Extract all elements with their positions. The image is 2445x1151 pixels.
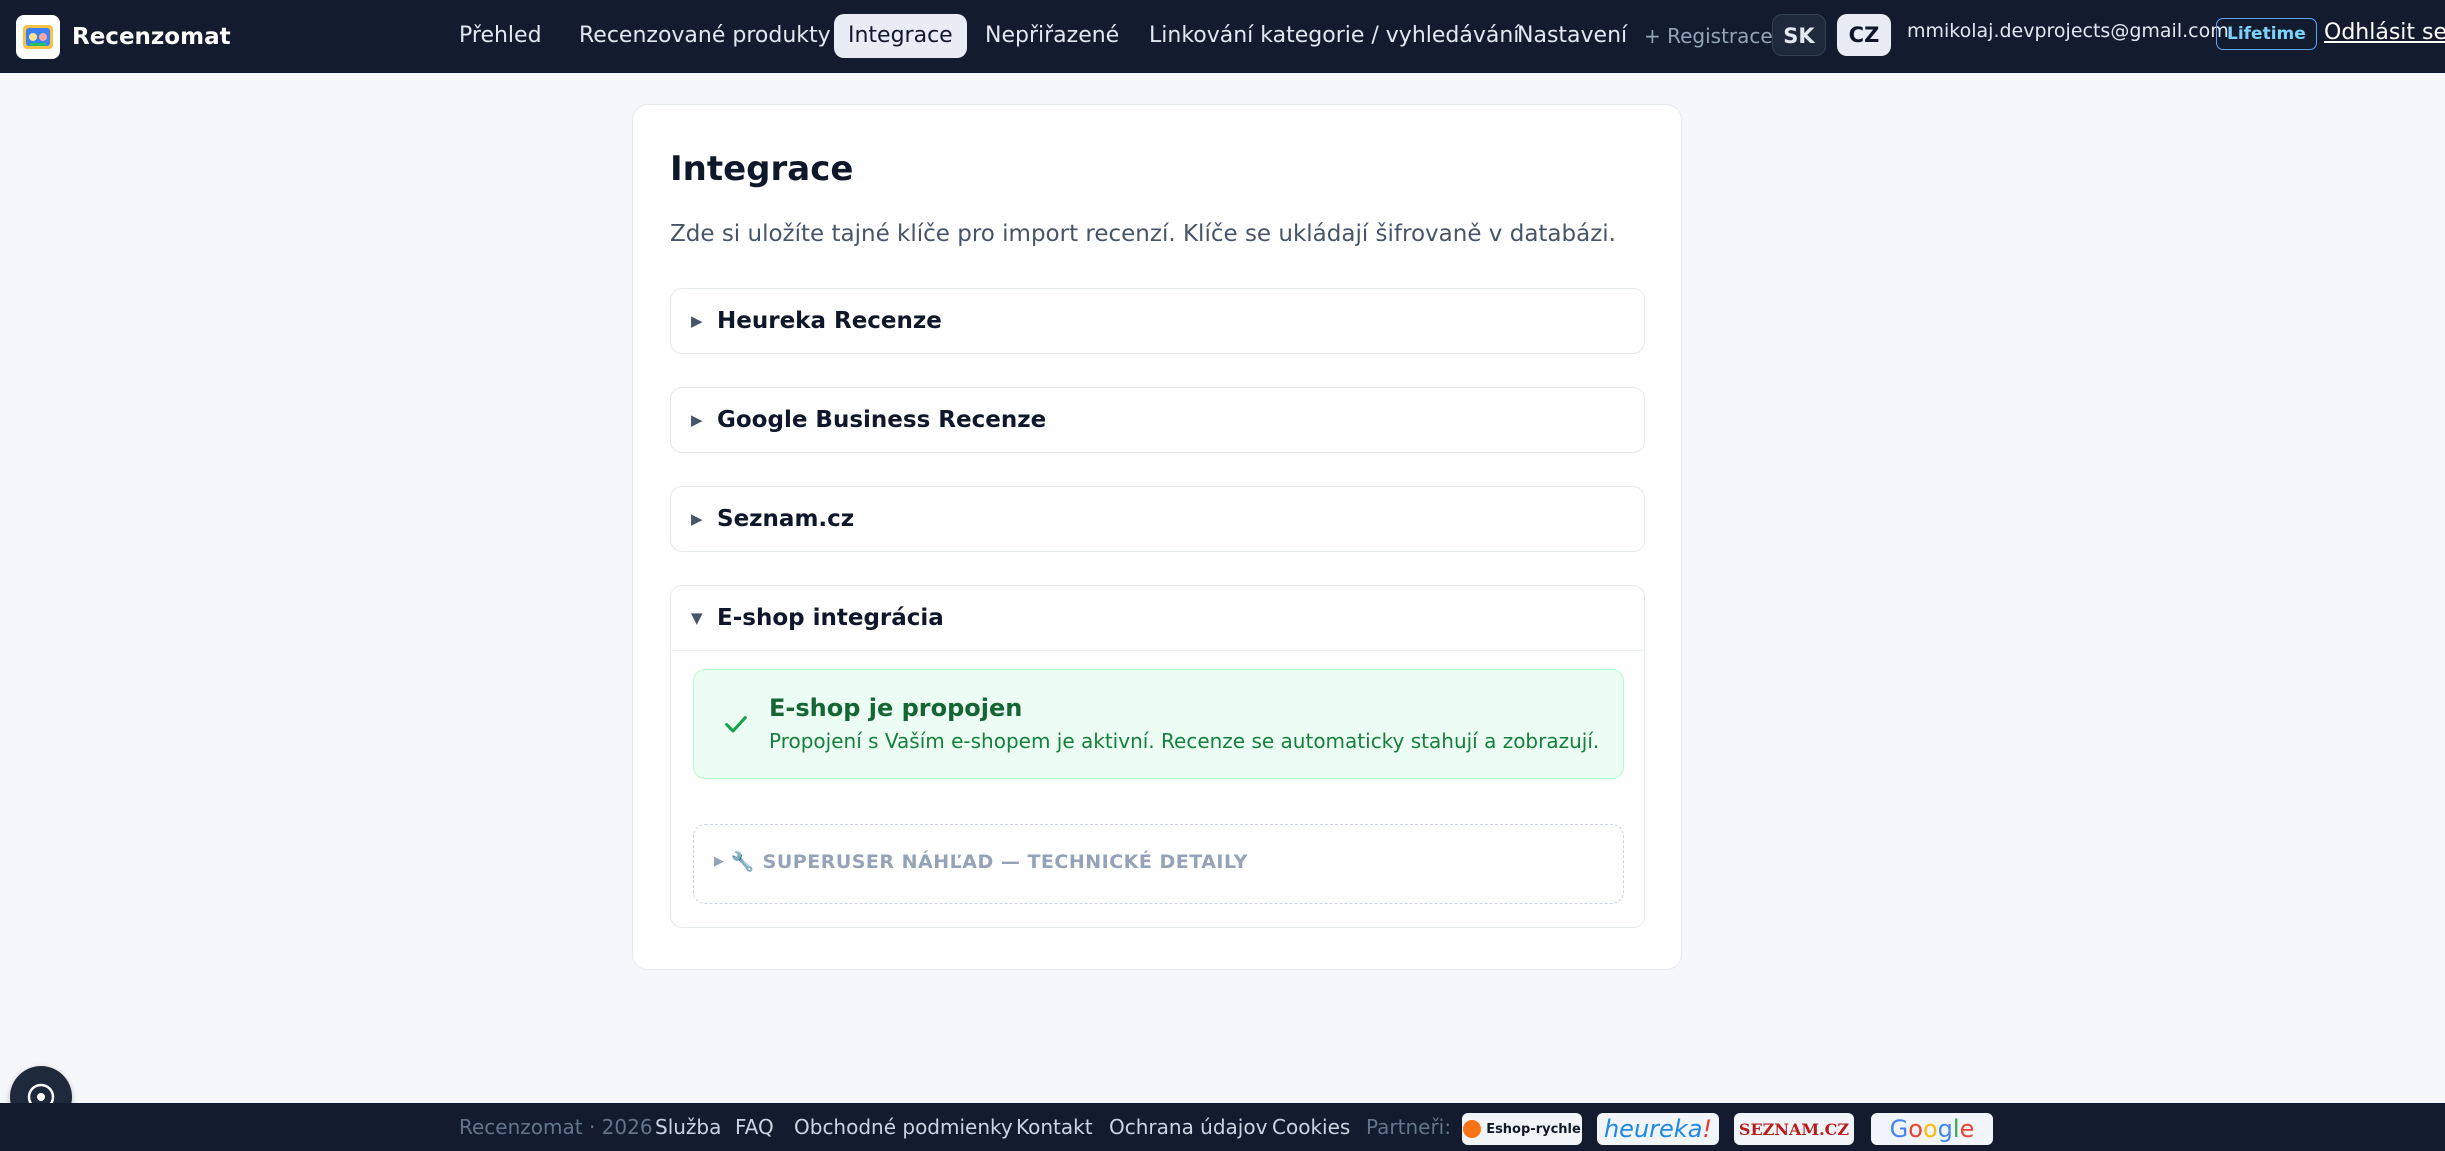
caret-right-icon: ▶ [691,312,703,330]
superuser-label: SUPERUSER NÁHĽAD — TECHNICKÉ DETAILY [762,850,1248,873]
caret-right-icon: ▶ [691,510,703,528]
nav-prehled[interactable]: Přehled [445,14,556,58]
page-title: Integrace [670,149,854,189]
eshop-connected-alert: E-shop je propojen Propojení s Vaším e-s… [693,669,1624,779]
nav-registrace[interactable]: + Registrace [1630,14,1787,58]
partner-eshop-rychle-logo[interactable]: Eshop-rychle [1462,1113,1582,1145]
plan-badge: Lifetime [2216,18,2317,50]
user-email: mmikolaj.devprojects@gmail.com [1907,20,2229,42]
caret-right-icon: ▶ [714,854,725,869]
footer-link-ochrana-udajov[interactable]: Ochrana údajov [1109,1115,1267,1139]
footer-copyright: Recenzomat · 2026 [459,1115,653,1139]
superuser-details-toggle[interactable]: ▶ 🔧 SUPERUSER NÁHĽAD — TECHNICKÉ DETAILY [693,824,1624,904]
footer-link-sluzba[interactable]: Služba [655,1115,721,1139]
nav-linkovani-kategorie[interactable]: Linkování kategorie / vyhledávání [1135,14,1533,58]
logout-link[interactable]: Odhlásit se [2324,20,2445,45]
footer: Recenzomat · 2026 Služba FAQ Obchodné po… [0,1103,2445,1151]
alert-title: E-shop je propojen [769,694,1023,722]
lang-sk-button[interactable]: SK [1772,14,1826,56]
brand[interactable]: Recenzomat [16,14,231,59]
top-navigation: Recenzomat Přehled Recenzované produkty … [0,0,2445,73]
footer-link-faq[interactable]: FAQ [735,1115,774,1139]
nav-neprirazene[interactable]: Nepřiřazené [971,14,1133,58]
accordion-heureka[interactable]: ▶ Heureka Recenze [670,288,1645,354]
app-logo-icon [16,14,60,59]
accordion-title: E-shop integrácia [717,605,944,631]
accordion-google-business[interactable]: ▶ Google Business Recenze [670,387,1645,453]
check-icon [722,710,750,742]
footer-link-cookies[interactable]: Cookies [1272,1115,1350,1139]
lang-cz-button[interactable]: CZ [1837,14,1891,56]
accordion-seznam[interactable]: ▶ Seznam.cz [670,486,1645,552]
partner-seznam-logo[interactable]: SEZNAM.CZ [1734,1113,1854,1145]
nav-integrace[interactable]: Integrace [834,14,967,58]
accordion-header[interactable]: ▼ E-shop integrácia [671,586,1644,651]
footer-partners-label: Partneři: [1366,1115,1451,1139]
accordion-title: Heureka Recenze [717,308,942,334]
wrench-icon: 🔧 [730,851,755,873]
nav-recenzovane-produkty[interactable]: Recenzované produkty [565,14,845,58]
eshop-rychle-icon [1463,1120,1482,1138]
page-description: Zde si uložíte tajné klíče pro import re… [670,221,1616,247]
partner-google-logo[interactable]: Google [1871,1113,1993,1145]
integrations-card: Integrace Zde si uložíte tajné klíče pro… [632,104,1682,970]
partner-heureka-logo[interactable]: heureka! [1597,1113,1719,1145]
caret-down-icon: ▼ [691,609,703,627]
accordion-title: Seznam.cz [717,506,855,532]
brand-name: Recenzomat [72,23,231,50]
accordion-eshop-integracia: ▼ E-shop integrácia E-shop je propojen P… [670,585,1645,928]
nav-nastaveni[interactable]: Nastavení [1503,14,1641,58]
accordion-title: Google Business Recenze [717,407,1047,433]
footer-link-obchodne-podmienky[interactable]: Obchodné podmienky [794,1115,1013,1139]
alert-text: Propojení s Vaším e-shopem je aktivní. R… [769,729,1600,753]
caret-right-icon: ▶ [691,411,703,429]
footer-link-kontakt[interactable]: Kontakt [1016,1115,1093,1139]
